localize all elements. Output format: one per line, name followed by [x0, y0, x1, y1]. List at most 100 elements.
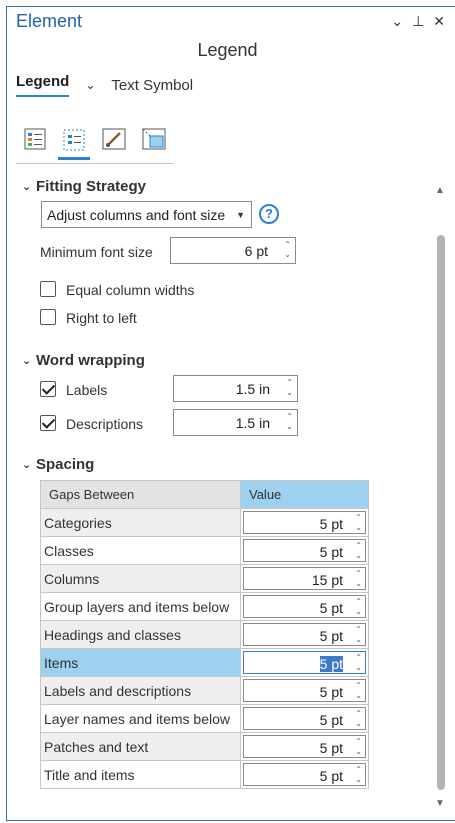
gap-name-cell[interactable]: Group layers and items below — [40, 592, 241, 621]
table-row[interactable]: Group layers and items below 5 pt ⌃ ⌄ — [40, 592, 369, 621]
table-row[interactable]: Patches and text 5 pt ⌃ ⌄ — [40, 732, 369, 761]
stepper-arrows-icon[interactable]: ⌃ ⌄ — [355, 625, 362, 645]
gap-value-cell[interactable]: 5 pt ⌃ ⌄ — [240, 732, 369, 761]
table-row[interactable]: Title and items 5 pt ⌃ ⌄ — [40, 760, 369, 789]
stepper-arrows-icon[interactable]: ⌃ ⌄ — [355, 737, 362, 757]
gap-value-spinner[interactable]: 5 pt ⌃ ⌄ — [243, 679, 366, 702]
gap-value-cell[interactable]: 5 pt ⌃ ⌄ — [240, 760, 369, 789]
gap-name-cell[interactable]: Layer names and items below — [40, 704, 241, 733]
min-font-size-spinner[interactable]: 6 pt ⌃ ⌄ — [170, 237, 296, 264]
gap-value-cell[interactable]: 5 pt ⌃ ⌄ — [240, 648, 369, 677]
gap-value-cell[interactable]: 15 pt ⌃ ⌄ — [240, 564, 369, 593]
tab-strip: Legend ⌄ Text Symbol — [16, 73, 193, 97]
table-row[interactable]: Categories 5 pt ⌃ ⌄ — [40, 508, 369, 537]
gap-name-cell[interactable]: Headings and classes — [40, 620, 241, 649]
gap-value-spinner[interactable]: 5 pt ⌃ ⌄ — [243, 623, 366, 646]
column-header-value[interactable]: Value — [240, 480, 369, 509]
legend-properties-icon[interactable] — [20, 123, 52, 155]
display-brush-icon[interactable] — [98, 123, 130, 155]
table-row[interactable]: Headings and classes 5 pt ⌃ ⌄ — [40, 620, 369, 649]
min-font-size-label: Minimum font size — [40, 244, 153, 260]
tab-text-symbol[interactable]: Text Symbol — [111, 77, 193, 94]
column-header-gaps[interactable]: Gaps Between — [40, 480, 241, 509]
tab-legend[interactable]: Legend — [16, 73, 70, 97]
gap-name-cell[interactable]: Items — [40, 648, 241, 677]
gap-value-cell[interactable]: 5 pt ⌃ ⌄ — [240, 536, 369, 565]
spinner-value: 5 pt — [319, 768, 343, 784]
spinner-value: 1.5 in — [235, 415, 270, 431]
stepper-arrows-icon[interactable]: ⌃ ⌄ — [284, 240, 291, 260]
labels-checkbox[interactable] — [40, 381, 56, 397]
element-subtitle: Legend — [197, 40, 258, 60]
right-to-left-checkbox[interactable] — [40, 309, 56, 325]
collapse-chevron-icon: ⌄ — [22, 355, 32, 367]
gap-name-cell[interactable]: Categories — [40, 508, 241, 537]
table-row[interactable]: Layer names and items below 5 pt ⌃ ⌄ — [40, 704, 369, 733]
vertical-scrollbar[interactable]: ▲ ▼ — [433, 183, 449, 811]
spacing-header[interactable]: ⌄ Spacing — [22, 456, 94, 473]
labels-wrap-spinner[interactable]: 1.5 in ⌃ ⌄ — [173, 375, 298, 402]
word-wrapping-header[interactable]: ⌄ Word wrapping — [22, 352, 145, 369]
placement-icon[interactable] — [138, 123, 170, 155]
gap-value-cell[interactable]: 5 pt ⌃ ⌄ — [240, 592, 369, 621]
gap-value-spinner[interactable]: 5 pt ⌃ ⌄ — [243, 539, 366, 562]
table-row[interactable]: Classes 5 pt ⌃ ⌄ — [40, 536, 369, 565]
table-row[interactable]: Labels and descriptions 5 pt ⌃ ⌄ — [40, 676, 369, 705]
spinner-value: 5 pt — [319, 656, 343, 672]
stepper-arrows-icon[interactable]: ⌃ ⌄ — [355, 681, 362, 701]
stepper-arrows-icon[interactable]: ⌃ ⌄ — [355, 569, 362, 589]
fitting-strategy-header[interactable]: ⌄ Fitting Strategy — [22, 178, 146, 195]
scroll-up-icon[interactable]: ▲ — [435, 185, 445, 196]
stepper-arrows-icon[interactable]: ⌃ ⌄ — [355, 709, 362, 729]
gap-value-spinner[interactable]: 15 pt ⌃ ⌄ — [243, 567, 366, 590]
stepper-arrows-icon[interactable]: ⌃ ⌄ — [355, 597, 362, 617]
gap-value-spinner[interactable]: 5 pt ⌃ ⌄ — [243, 735, 366, 758]
gap-name-cell[interactable]: Labels and descriptions — [40, 676, 241, 705]
table-row[interactable]: Items 5 pt ⌃ ⌄ — [40, 648, 369, 677]
gap-name-cell[interactable]: Classes — [40, 536, 241, 565]
gap-name-cell[interactable]: Columns — [40, 564, 241, 593]
help-icon[interactable]: ? — [259, 204, 279, 224]
collapse-chevron-icon: ⌄ — [22, 181, 32, 193]
tab-dropdown-chevron-icon[interactable]: ⌄ — [85, 78, 95, 92]
table-row[interactable]: Columns 15 pt ⌃ ⌄ — [40, 564, 369, 593]
spinner-value: 5 pt — [319, 740, 343, 756]
gap-value-cell[interactable]: 5 pt ⌃ ⌄ — [240, 620, 369, 649]
spinner-value: 5 pt — [319, 628, 343, 644]
gap-name-cell[interactable]: Title and items — [40, 760, 241, 789]
gap-value-spinner[interactable]: 5 pt ⌃ ⌄ — [243, 511, 366, 534]
spinner-value: 1.5 in — [235, 381, 270, 397]
gap-value-cell[interactable]: 5 pt ⌃ ⌄ — [240, 704, 369, 733]
stepper-arrows-icon[interactable]: ⌃ ⌄ — [355, 653, 362, 673]
close-icon[interactable]: ✕ — [433, 13, 445, 29]
equal-column-widths-checkbox[interactable] — [40, 281, 56, 297]
stepper-arrows-icon[interactable]: ⌃ ⌄ — [355, 513, 362, 533]
descriptions-wrap-spinner[interactable]: 1.5 in ⌃ ⌄ — [173, 409, 298, 436]
stepper-arrows-icon[interactable]: ⌃ ⌄ — [286, 412, 293, 432]
select-value: Adjust columns and font size — [47, 207, 226, 223]
scroll-down-icon[interactable]: ▼ — [435, 798, 445, 809]
pin-icon[interactable]: ⊥ — [412, 13, 424, 29]
stepper-arrows-icon[interactable]: ⌃ ⌄ — [355, 765, 362, 785]
arrangement-icon[interactable] — [58, 123, 90, 160]
stepper-arrows-icon[interactable]: ⌃ ⌄ — [286, 378, 293, 398]
stepper-arrows-icon[interactable]: ⌃ ⌄ — [355, 541, 362, 561]
spinner-value: 5 pt — [319, 684, 343, 700]
gap-name-cell[interactable]: Patches and text — [40, 732, 241, 761]
section-label: Fitting Strategy — [36, 178, 147, 195]
spinner-value: 5 pt — [319, 600, 343, 616]
gap-value-spinner[interactable]: 5 pt ⌃ ⌄ — [243, 595, 366, 618]
pane-title: Element — [16, 11, 83, 31]
gap-value-cell[interactable]: 5 pt ⌃ ⌄ — [240, 676, 369, 705]
scroll-thumb[interactable] — [437, 235, 445, 790]
section-label: Word wrapping — [36, 352, 145, 369]
gap-value-spinner[interactable]: 5 pt ⌃ ⌄ — [243, 651, 366, 674]
labels-label: Labels — [66, 382, 108, 398]
gap-value-spinner[interactable]: 5 pt ⌃ ⌄ — [243, 763, 366, 786]
gap-value-spinner[interactable]: 5 pt ⌃ ⌄ — [243, 707, 366, 730]
descriptions-checkbox[interactable] — [40, 415, 56, 431]
gap-value-cell[interactable]: 5 pt ⌃ ⌄ — [240, 508, 369, 537]
spinner-value: 5 pt — [319, 712, 343, 728]
dropdown-menu-icon[interactable]: ⌄ — [391, 13, 403, 29]
fitting-strategy-select[interactable]: Adjust columns and font size ▼ — [41, 201, 252, 228]
